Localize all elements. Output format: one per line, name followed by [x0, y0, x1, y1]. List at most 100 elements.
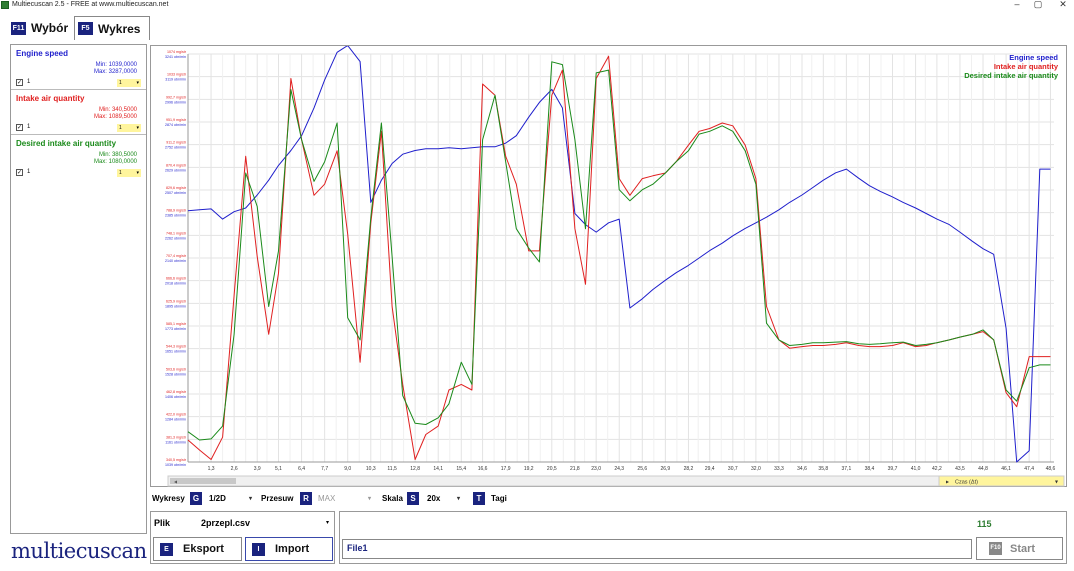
signal-min: Min: 380,5000 [98, 152, 137, 158]
tab-wybor[interactable]: F11 Wybór [8, 17, 72, 39]
x-tick-label: 33,3 [774, 466, 784, 472]
scrollbar-thumb [170, 478, 236, 484]
y-tick-label-rpm: 1528 obr/min [165, 372, 186, 376]
x-tick-label: 19,2 [524, 466, 534, 472]
x-tick-label: 6,4 [298, 466, 305, 472]
signal-max: Max: 1080,0000 [93, 159, 137, 165]
x-tick-label: 46,1 [1001, 466, 1011, 472]
y-tick-label-air: 666,6 mg/str [166, 277, 187, 281]
y-tick-label-rpm: 3119 obr/min [165, 78, 186, 82]
chevron-down-icon[interactable]: ▾ [249, 495, 252, 502]
skala-value[interactable]: 20x [427, 494, 440, 503]
y-tick-label-air: 422,0 mg/str [166, 413, 187, 417]
line-chart[interactable]: 1074 mg/str3241 obr/min 1033 mg/str3119 o… [151, 46, 1068, 488]
chevron-down-icon[interactable]: ▾ [368, 495, 371, 502]
tagi-label[interactable]: Tagi [491, 494, 507, 503]
x-tick-label: 28,2 [684, 466, 694, 472]
x-tick-label: 35,8 [818, 466, 828, 472]
signal-checkbox[interactable]: ✓ [16, 124, 23, 131]
wykresy-value[interactable]: 1/2D [209, 494, 226, 503]
y-tick-label-air: 707,4 mg/str [166, 254, 187, 258]
signal-list-panel: Engine speed Min: 1039,0000 Max: 3287,00… [10, 44, 147, 534]
y-tick-label-air: 503,6 mg/str [166, 367, 187, 371]
y-tick-label-rpm: 1651 obr/min [165, 350, 186, 354]
x-tick-label: 39,7 [888, 466, 898, 472]
x-tick-label: 9,0 [344, 466, 351, 472]
import-button[interactable]: I Import [245, 537, 333, 561]
signal-item-intake-air[interactable]: Intake air quantity Min: 340,5000 Max: 1… [11, 90, 146, 135]
signal-min: Min: 340,5000 [98, 107, 137, 113]
signal-item-desired-intake-air[interactable]: Desired intake air quantity Min: 380,500… [11, 135, 146, 180]
x-tick-label: 24,3 [614, 466, 624, 472]
signal-checkbox[interactable]: ✓ [16, 169, 23, 176]
y-tick-label-rpm: 2507 obr/min [165, 191, 186, 195]
chevron-down-icon: ▾ [1055, 480, 1058, 486]
app-logo: multiecuscan [11, 539, 147, 563]
app-icon [1, 1, 9, 9]
minimize-button[interactable]: – [1011, 0, 1023, 9]
signal-item-engine-speed[interactable]: Engine speed Min: 1039,0000 Max: 3287,00… [11, 45, 146, 90]
record-counter: 115 [977, 519, 992, 529]
maximize-button[interactable]: ▢ [1032, 0, 1044, 10]
y-tick-label-air: 951,9 mg/str [166, 118, 187, 122]
y-tick-label-rpm: 2996 obr/min [165, 100, 186, 104]
y-tick-label-air: 870,4 mg/str [166, 163, 187, 167]
x-tick-label: 25,6 [637, 466, 647, 472]
start-button[interactable]: F10 Start [976, 537, 1063, 560]
chevron-down-icon[interactable]: ▾ [457, 495, 460, 502]
legend-entry: Desired intake air quantity [964, 71, 1059, 80]
y-tick-label-rpm: 2018 obr/min [165, 282, 186, 286]
x-tick-label: 1,3 [208, 466, 215, 472]
y-tick-label-air: 911,2 mg/str [166, 141, 187, 145]
x-tick-label: 34,6 [797, 466, 807, 472]
x-tick-label: 11,5 [387, 466, 397, 472]
time-axis-label: Czas (Δt) [955, 480, 978, 486]
close-button[interactable]: ✕ [1057, 0, 1069, 10]
file-select[interactable]: 2przepl.csv [201, 518, 250, 528]
x-tick-label: 26,9 [660, 466, 670, 472]
y-tick-label-rpm: 2752 obr/min [165, 146, 186, 150]
y-tick-label-air: 1033 mg/str [167, 73, 187, 77]
signal-max: Max: 1089,5000 [93, 114, 137, 120]
title-bar: Multiecuscan 2.5 - FREE at www.multiecus… [0, 0, 1074, 12]
export-button[interactable]: E Eksport [153, 537, 242, 561]
y-tick-label-rpm: 1895 obr/min [165, 304, 186, 308]
y-tick-label-rpm: 2262 obr/min [165, 236, 186, 240]
y-tick-label-air: 585,1 mg/str [166, 322, 187, 326]
signal-axis-select[interactable]: 1 ▾ [117, 169, 141, 177]
x-tick-label: 37,1 [842, 466, 852, 472]
przesuw-value[interactable]: MAX [318, 494, 335, 503]
signal-name: Desired intake air quantity [16, 139, 117, 148]
chart-area[interactable]: 1074 mg/str 3241 obr/min 1033 mg/str 3119 o… [150, 45, 1067, 487]
x-tick-label: 14,1 [433, 466, 443, 472]
x-tick-label: 38,4 [865, 466, 875, 472]
select-value: 1 [119, 170, 122, 176]
x-tick-label: 10,3 [366, 466, 376, 472]
x-tick-label: 20,5 [547, 466, 557, 472]
y-tick-label-air: 748,1 mg/str [166, 231, 187, 235]
x-tick-label: 32,0 [751, 466, 761, 472]
signal-axis-select[interactable]: 1 ▾ [117, 79, 141, 87]
signal-name: Engine speed [16, 49, 69, 58]
x-tick-label: 7,7 [321, 466, 328, 472]
start-key: F10 [989, 542, 1002, 555]
x-tick-label: 15,4 [456, 466, 466, 472]
x-tick-label: 16,6 [478, 466, 488, 472]
export-label: Eksport [183, 543, 224, 555]
tab-wykres[interactable]: F5 Wykres [74, 16, 150, 40]
x-tick-label: 47,4 [1024, 466, 1034, 472]
x-tick-label: 29,4 [705, 466, 715, 472]
signal-min: Min: 1039,0000 [95, 62, 137, 68]
chevron-down-icon[interactable]: ▾ [326, 519, 329, 526]
x-tick-label: 41,0 [911, 466, 921, 472]
tab-key-badge: F11 [11, 21, 26, 35]
window-title: Multiecuscan 2.5 - FREE at www.multiecus… [12, 1, 169, 8]
select-value: 1 [119, 80, 122, 86]
tab-label: Wybór [31, 21, 69, 35]
signal-checkbox[interactable]: ✓ [16, 79, 23, 86]
status-field[interactable]: File1 [342, 539, 972, 559]
y-tick-label-rpm: 1039 obr/min [165, 463, 186, 467]
tagi-key: T [473, 492, 485, 505]
file-panel: Plik 2przepl.csv ▾ E Eksport I Import [150, 511, 335, 564]
signal-axis-select[interactable]: 1 ▾ [117, 124, 141, 132]
